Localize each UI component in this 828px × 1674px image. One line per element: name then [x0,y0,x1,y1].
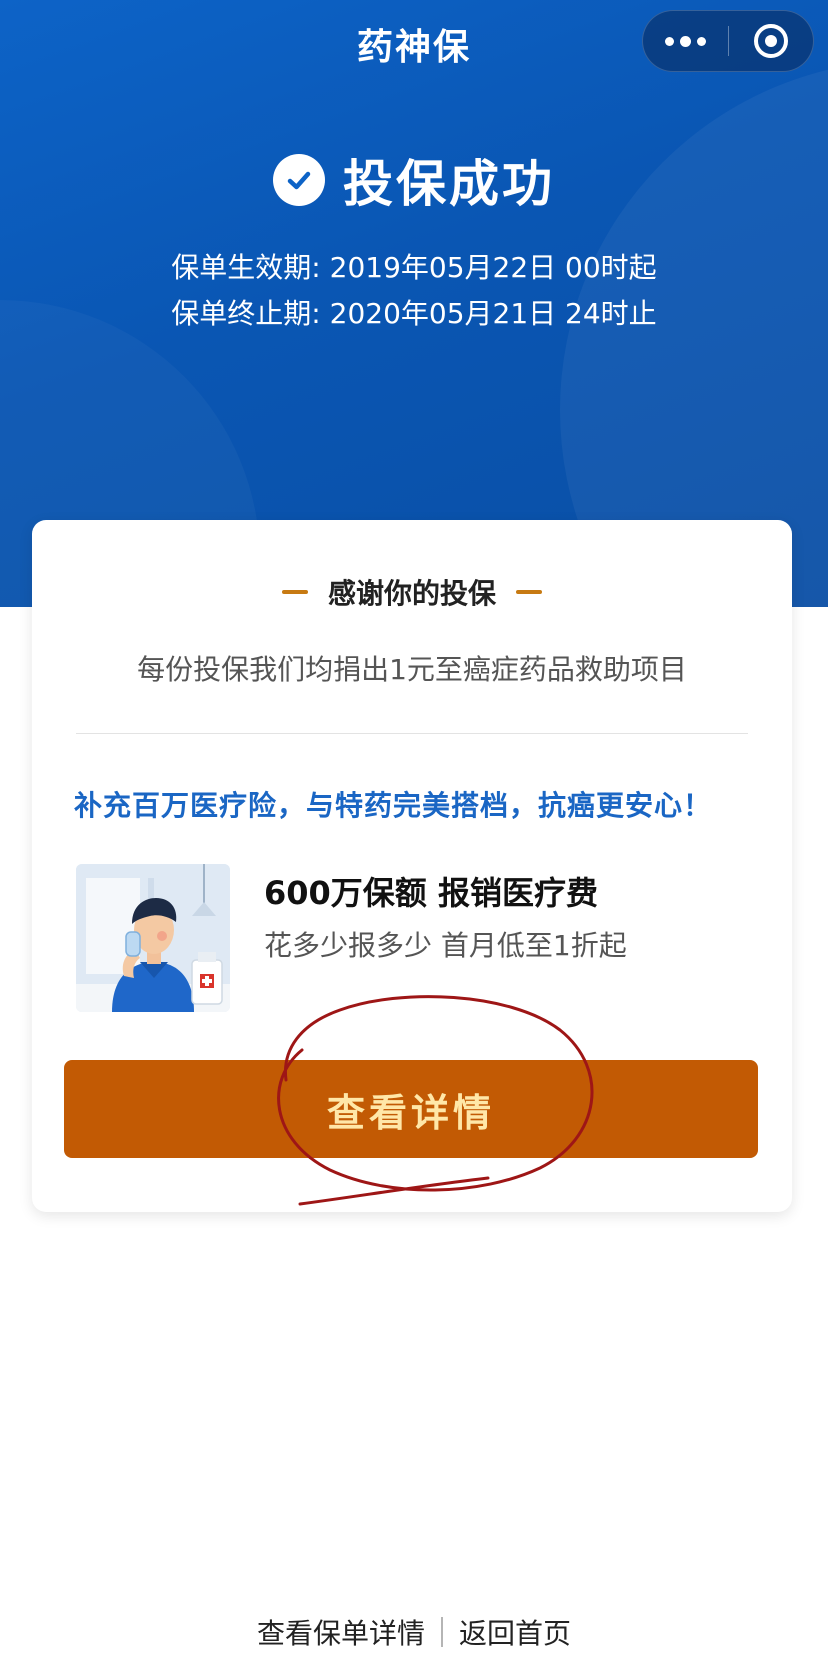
view-details-button[interactable]: 查看详情 [64,1060,758,1158]
product-illustration[interactable] [76,864,230,1012]
promo-slogan: 补充百万医疗险，与特药完美搭档，抗癌更安心！ [74,789,713,822]
thanks-title: 感谢你的投保 [327,577,496,610]
product-title: 600万保额 报销医疗费 [264,874,598,912]
donation-note: 每份投保我们均捐出1元至癌症药品救助项目 [137,653,687,686]
product-subtitle: 花多少报多少 首月低至1折起 [264,929,627,962]
thanks-heading: 感谢你的投保 [32,572,792,612]
more-dots-icon[interactable] [643,11,728,71]
success-title: 投保成功 [343,155,555,213]
thanks-dash-left [281,590,308,594]
bottom-links-divider [441,1617,443,1647]
promo-card: 感谢你的投保 每份投保我们均捐出1元至癌症药品救助项目 补充百万医疗险，与特药完… [32,520,792,1212]
success-heading: 投保成功 [0,144,828,216]
capsule-close-icon[interactable] [729,11,813,71]
check-circle-icon [273,154,325,206]
policy-start-date: 保单生效期: 2019年05月22日 00时起 [171,251,657,284]
header-hero: 药神保 投保成功 保单生效期: 2019年05月22日 00时起 保单终止期: … [0,0,828,607]
miniprogram-capsule [642,10,814,72]
view-policy-detail-link[interactable]: 查看保单详情 [257,1612,425,1652]
thanks-dash-right [516,590,542,594]
policy-end-date: 保单终止期: 2020年05月21日 24时止 [171,297,657,330]
back-home-link[interactable]: 返回首页 [459,1612,571,1652]
card-divider [76,733,748,734]
bottom-links: 查看保单详情 返回首页 [0,1612,828,1652]
